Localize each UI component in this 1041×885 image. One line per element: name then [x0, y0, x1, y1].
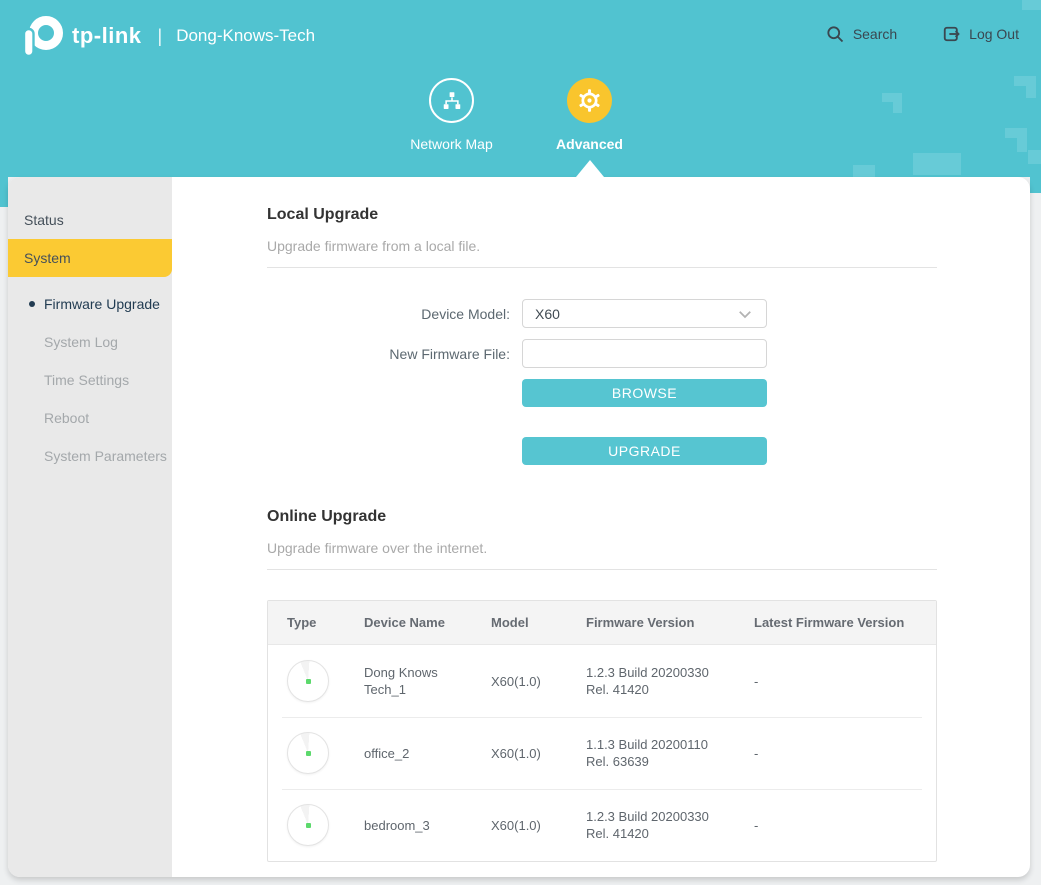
tab-advanced-label: Advanced — [556, 136, 623, 152]
active-bullet — [29, 301, 35, 307]
firmware-version: 1.1.3 Build 20200110 Rel. 63639 — [567, 736, 735, 770]
main-nav: Network Map Advanced — [0, 78, 1041, 152]
sidebar-item-status[interactable]: Status — [8, 201, 172, 239]
logout-label: Log Out — [969, 26, 1019, 42]
sidebar: Status System Firmware Upgrade System Lo… — [8, 177, 172, 877]
sidebar-item-system-parameters[interactable]: System Parameters — [8, 437, 172, 475]
column-header-firmware-version: Firmware Version — [567, 615, 735, 630]
latest-firmware-version: - — [735, 745, 936, 762]
deco-shape — [1028, 150, 1041, 164]
firmware-version: 1.2.3 Build 20200330 Rel. 41420 — [567, 664, 735, 698]
search-label: Search — [853, 26, 897, 42]
gear-icon — [577, 88, 602, 113]
tab-network-map-label: Network Map — [410, 136, 492, 152]
brand-area: tp-link | Dong-Knows-Tech — [18, 12, 315, 60]
local-upgrade-form: Device Model: X60 New Firmware File: BRO… — [267, 299, 937, 465]
device-firmware-table: Type Device Name Model Firmware Version … — [267, 600, 937, 862]
deco-shape — [1030, 177, 1041, 193]
brand-separator: | — [158, 26, 163, 47]
device-model: X60(1.0) — [472, 673, 567, 690]
column-header-model: Model — [472, 615, 567, 630]
sidebar-item-time-settings[interactable]: Time Settings — [8, 361, 172, 399]
online-upgrade-title: Online Upgrade — [267, 507, 937, 527]
local-upgrade-title: Local Upgrade — [267, 205, 937, 225]
device-name: office_2 — [345, 745, 472, 762]
device-model-value: X60 — [535, 306, 560, 322]
column-header-device-name: Device Name — [345, 615, 472, 630]
local-upgrade-subtitle: Upgrade firmware from a local file. — [267, 239, 937, 253]
deco-device-icon — [287, 732, 329, 774]
deco-shape — [913, 153, 961, 175]
upgrade-button[interactable]: UPGRADE — [522, 437, 767, 465]
main-panel: Status System Firmware Upgrade System Lo… — [8, 177, 1030, 877]
column-header-latest-firmware-version: Latest Firmware Version — [735, 615, 936, 630]
latest-firmware-version: - — [735, 673, 936, 690]
tplink-logo — [18, 12, 64, 60]
column-header-type: Type — [268, 615, 345, 630]
divider — [267, 267, 937, 268]
deco-shape — [853, 165, 875, 177]
deco-device-icon — [287, 804, 329, 846]
search-button[interactable]: Search — [825, 24, 897, 44]
logout-icon — [941, 24, 961, 44]
app-header: tp-link | Dong-Knows-Tech Search Log Out — [0, 0, 1041, 177]
table-row: office_2 X60(1.0) 1.1.3 Build 20200110 R… — [268, 717, 936, 789]
online-upgrade-subtitle: Upgrade firmware over the internet. — [267, 541, 937, 555]
sidebar-item-reboot[interactable]: Reboot — [8, 399, 172, 437]
firmware-file-input[interactable] — [522, 339, 767, 368]
table-row: bedroom_3 X60(1.0) 1.2.3 Build 20200330 … — [268, 789, 936, 861]
latest-firmware-version: - — [735, 817, 936, 834]
device-model: X60(1.0) — [472, 817, 567, 834]
sidebar-item-system-log[interactable]: System Log — [8, 323, 172, 361]
browse-button[interactable]: BROWSE — [522, 379, 767, 407]
logout-button[interactable]: Log Out — [941, 24, 1019, 44]
system-submenu: Firmware Upgrade System Log Time Setting… — [8, 285, 172, 475]
tab-advanced[interactable]: Advanced — [530, 78, 650, 152]
firmware-file-label: New Firmware File: — [267, 346, 522, 362]
search-icon — [825, 24, 845, 44]
brand-name: tp-link — [72, 23, 142, 49]
sidebar-item-system[interactable]: System — [8, 239, 172, 277]
table-row: Dong Knows Tech_1 X60(1.0) 1.2.3 Build 2… — [268, 645, 936, 717]
device-name: Dong Knows Tech_1 — [345, 664, 472, 698]
table-header: Type Device Name Model Firmware Version … — [268, 601, 936, 645]
tab-network-map[interactable]: Network Map — [392, 78, 512, 152]
sidebar-item-label: Firmware Upgrade — [44, 296, 160, 312]
active-tab-pointer — [576, 160, 604, 177]
device-model: X60(1.0) — [472, 745, 567, 762]
firmware-version: 1.2.3 Build 20200330 Rel. 41420 — [567, 808, 735, 842]
deco-shape — [1022, 0, 1041, 10]
deco-shape — [0, 177, 8, 207]
deco-device-icon — [287, 660, 329, 702]
page-title: Dong-Knows-Tech — [176, 26, 315, 46]
sidebar-item-firmware-upgrade[interactable]: Firmware Upgrade — [8, 285, 172, 323]
device-model-label: Device Model: — [267, 306, 522, 322]
chevron-down-icon — [736, 305, 754, 323]
content-area: Local Upgrade Upgrade firmware from a lo… — [267, 177, 937, 862]
device-name: bedroom_3 — [345, 817, 472, 834]
network-map-icon — [441, 90, 463, 112]
divider — [267, 569, 937, 570]
device-model-select[interactable]: X60 — [522, 299, 767, 328]
